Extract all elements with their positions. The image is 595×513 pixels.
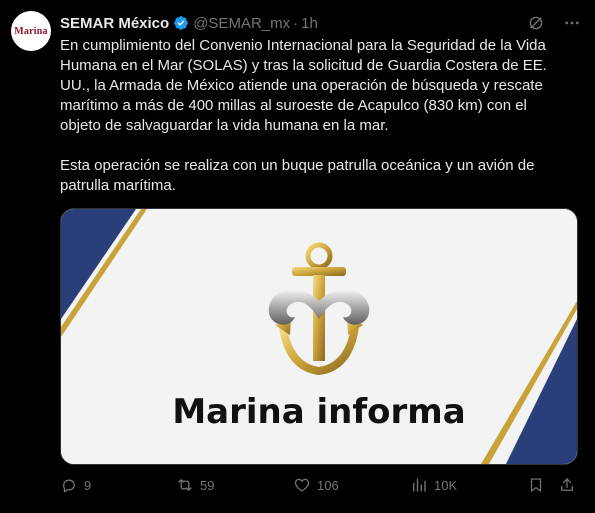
bookmark-icon xyxy=(530,478,542,492)
avatar-logo-text: Marina xyxy=(14,25,48,37)
share-icon xyxy=(561,478,573,491)
media-caption: Marina informa xyxy=(172,392,466,432)
verified-badge-icon xyxy=(174,16,189,30)
views-count: 10K xyxy=(434,477,458,493)
views-icon xyxy=(413,478,426,492)
reply-button[interactable]: 9 xyxy=(60,476,91,494)
tweet-text: En cumplimiento del Convenio Internacion… xyxy=(60,37,547,194)
grok-icon[interactable] xyxy=(527,14,545,32)
author-handle[interactable]: @SEMAR_mx xyxy=(193,15,290,32)
bookmark-button[interactable] xyxy=(527,476,545,494)
retweet-icon xyxy=(178,479,192,491)
reply-count: 9 xyxy=(84,477,92,493)
like-button[interactable]: 106 xyxy=(293,476,339,494)
retweet-count: 59 xyxy=(200,477,215,493)
like-icon xyxy=(294,478,310,492)
retweet-button[interactable]: 59 xyxy=(176,476,214,494)
timestamp[interactable]: 1h xyxy=(301,15,318,32)
like-count: 106 xyxy=(317,477,339,493)
tweet-actions: 9 59 106 10K xyxy=(60,476,576,496)
share-button[interactable] xyxy=(558,476,576,494)
views-button[interactable]: 10K xyxy=(410,476,457,494)
more-icon[interactable] xyxy=(563,14,581,32)
tweet-media-image[interactable]: Marina informa xyxy=(60,208,578,465)
separator-dot: · xyxy=(293,14,299,32)
reply-icon xyxy=(62,479,75,493)
avatar[interactable]: Marina xyxy=(11,11,51,51)
tweet-header: SEMAR México @SEMAR_mx · 1h xyxy=(60,12,581,34)
author-name[interactable]: SEMAR México xyxy=(60,15,169,32)
